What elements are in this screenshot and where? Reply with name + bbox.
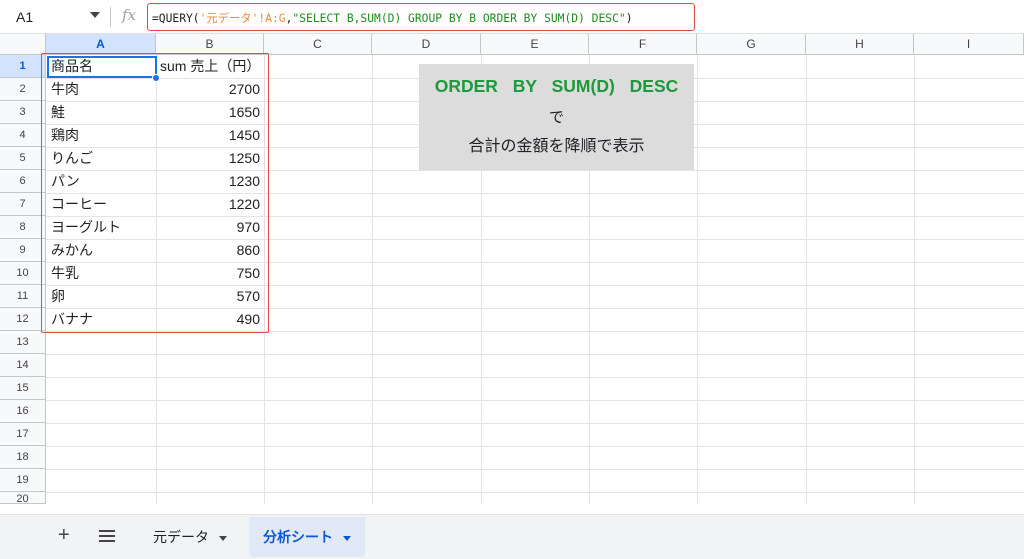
gridline bbox=[46, 446, 1024, 447]
sheet-tab-label: 分析シート bbox=[263, 529, 333, 545]
row-header[interactable]: 10 bbox=[0, 262, 46, 285]
annotation-note: ORDER BY SUM(D) DESC で 合計の金額を降順で表示 bbox=[419, 64, 694, 170]
row-header[interactable]: 17 bbox=[0, 423, 46, 446]
row-header[interactable]: 6 bbox=[0, 170, 46, 193]
chevron-down-icon[interactable] bbox=[343, 535, 351, 541]
formula-separator bbox=[110, 7, 111, 27]
row-header[interactable]: 13 bbox=[0, 331, 46, 354]
note-line-de: で bbox=[548, 109, 564, 126]
column-header-f[interactable]: F bbox=[589, 34, 697, 55]
gridline bbox=[806, 55, 807, 504]
row-header[interactable]: 7 bbox=[0, 193, 46, 216]
select-all-corner[interactable] bbox=[0, 34, 46, 55]
result-highlight-box bbox=[41, 53, 269, 333]
row-header[interactable]: 8 bbox=[0, 216, 46, 239]
column-header-g[interactable]: G bbox=[697, 34, 806, 55]
name-box[interactable]: A1 bbox=[0, 0, 110, 34]
gridline bbox=[46, 469, 1024, 470]
gridline bbox=[914, 55, 915, 504]
row-header[interactable]: 18 bbox=[0, 446, 46, 469]
row-header[interactable]: 4 bbox=[0, 124, 46, 147]
sheet-tab-label: 元データ bbox=[153, 529, 209, 545]
gridline bbox=[46, 377, 1024, 378]
add-sheet-button[interactable]: + bbox=[58, 524, 70, 547]
gridline bbox=[372, 55, 373, 504]
row-header[interactable]: 12 bbox=[0, 308, 46, 331]
row-header[interactable]: 1 bbox=[0, 55, 46, 78]
sheet-tab-source-data[interactable]: 元データ bbox=[153, 517, 227, 557]
row-header[interactable]: 19 bbox=[0, 469, 46, 492]
column-header-c[interactable]: C bbox=[264, 34, 372, 55]
row-header[interactable]: 15 bbox=[0, 377, 46, 400]
row-header[interactable]: 20 bbox=[0, 492, 46, 504]
row-header[interactable]: 9 bbox=[0, 239, 46, 262]
row-header[interactable]: 14 bbox=[0, 354, 46, 377]
fx-icon: fx bbox=[122, 6, 137, 24]
row-header[interactable]: 2 bbox=[0, 78, 46, 101]
chevron-down-icon[interactable] bbox=[219, 535, 227, 541]
row-header[interactable]: 5 bbox=[0, 147, 46, 170]
row-header[interactable]: 16 bbox=[0, 400, 46, 423]
gridline bbox=[46, 423, 1024, 424]
sheet-tab-analysis[interactable]: 分析シート bbox=[249, 517, 365, 557]
sheet-tab-bar: + 元データ 分析シート bbox=[0, 514, 1024, 559]
row-header[interactable]: 11 bbox=[0, 285, 46, 308]
column-header-d[interactable]: D bbox=[372, 34, 481, 55]
cell-reference: A1 bbox=[16, 9, 34, 25]
all-sheets-menu-icon[interactable] bbox=[99, 530, 115, 542]
column-header-i[interactable]: I bbox=[914, 34, 1024, 55]
formula-bar: A1 fx =QUERY('元データ'!A:G,"SELECT B,SUM(D)… bbox=[0, 0, 1024, 34]
spreadsheet-grid[interactable]: A B C D E F G H I 1 2 3 4 5 6 7 8 9 10 1… bbox=[0, 34, 1024, 504]
note-line-order-by: ORDER BY SUM(D) DESC bbox=[434, 76, 679, 96]
gridline bbox=[46, 492, 1024, 493]
column-header-b[interactable]: B bbox=[156, 34, 264, 55]
formula-input[interactable]: =QUERY('元データ'!A:G,"SELECT B,SUM(D) GROUP… bbox=[147, 3, 695, 31]
formula-query-string: "SELECT B,SUM(D) GROUP BY B ORDER BY SUM… bbox=[292, 12, 626, 25]
gridline bbox=[46, 354, 1024, 355]
note-line-description: 合計の金額を降順で表示 bbox=[468, 138, 645, 155]
gridline bbox=[697, 55, 698, 504]
gridline bbox=[46, 400, 1024, 401]
formula-text: =QUERY('元データ'!A:G,"SELECT B,SUM(D) GROUP… bbox=[152, 12, 633, 25]
column-header-e[interactable]: E bbox=[481, 34, 589, 55]
row-header[interactable]: 3 bbox=[0, 101, 46, 124]
name-box-dropdown-icon[interactable] bbox=[90, 12, 100, 18]
column-header-a[interactable]: A bbox=[46, 34, 156, 55]
column-header-h[interactable]: H bbox=[806, 34, 914, 55]
formula-range: '元データ'!A:G bbox=[199, 12, 286, 25]
